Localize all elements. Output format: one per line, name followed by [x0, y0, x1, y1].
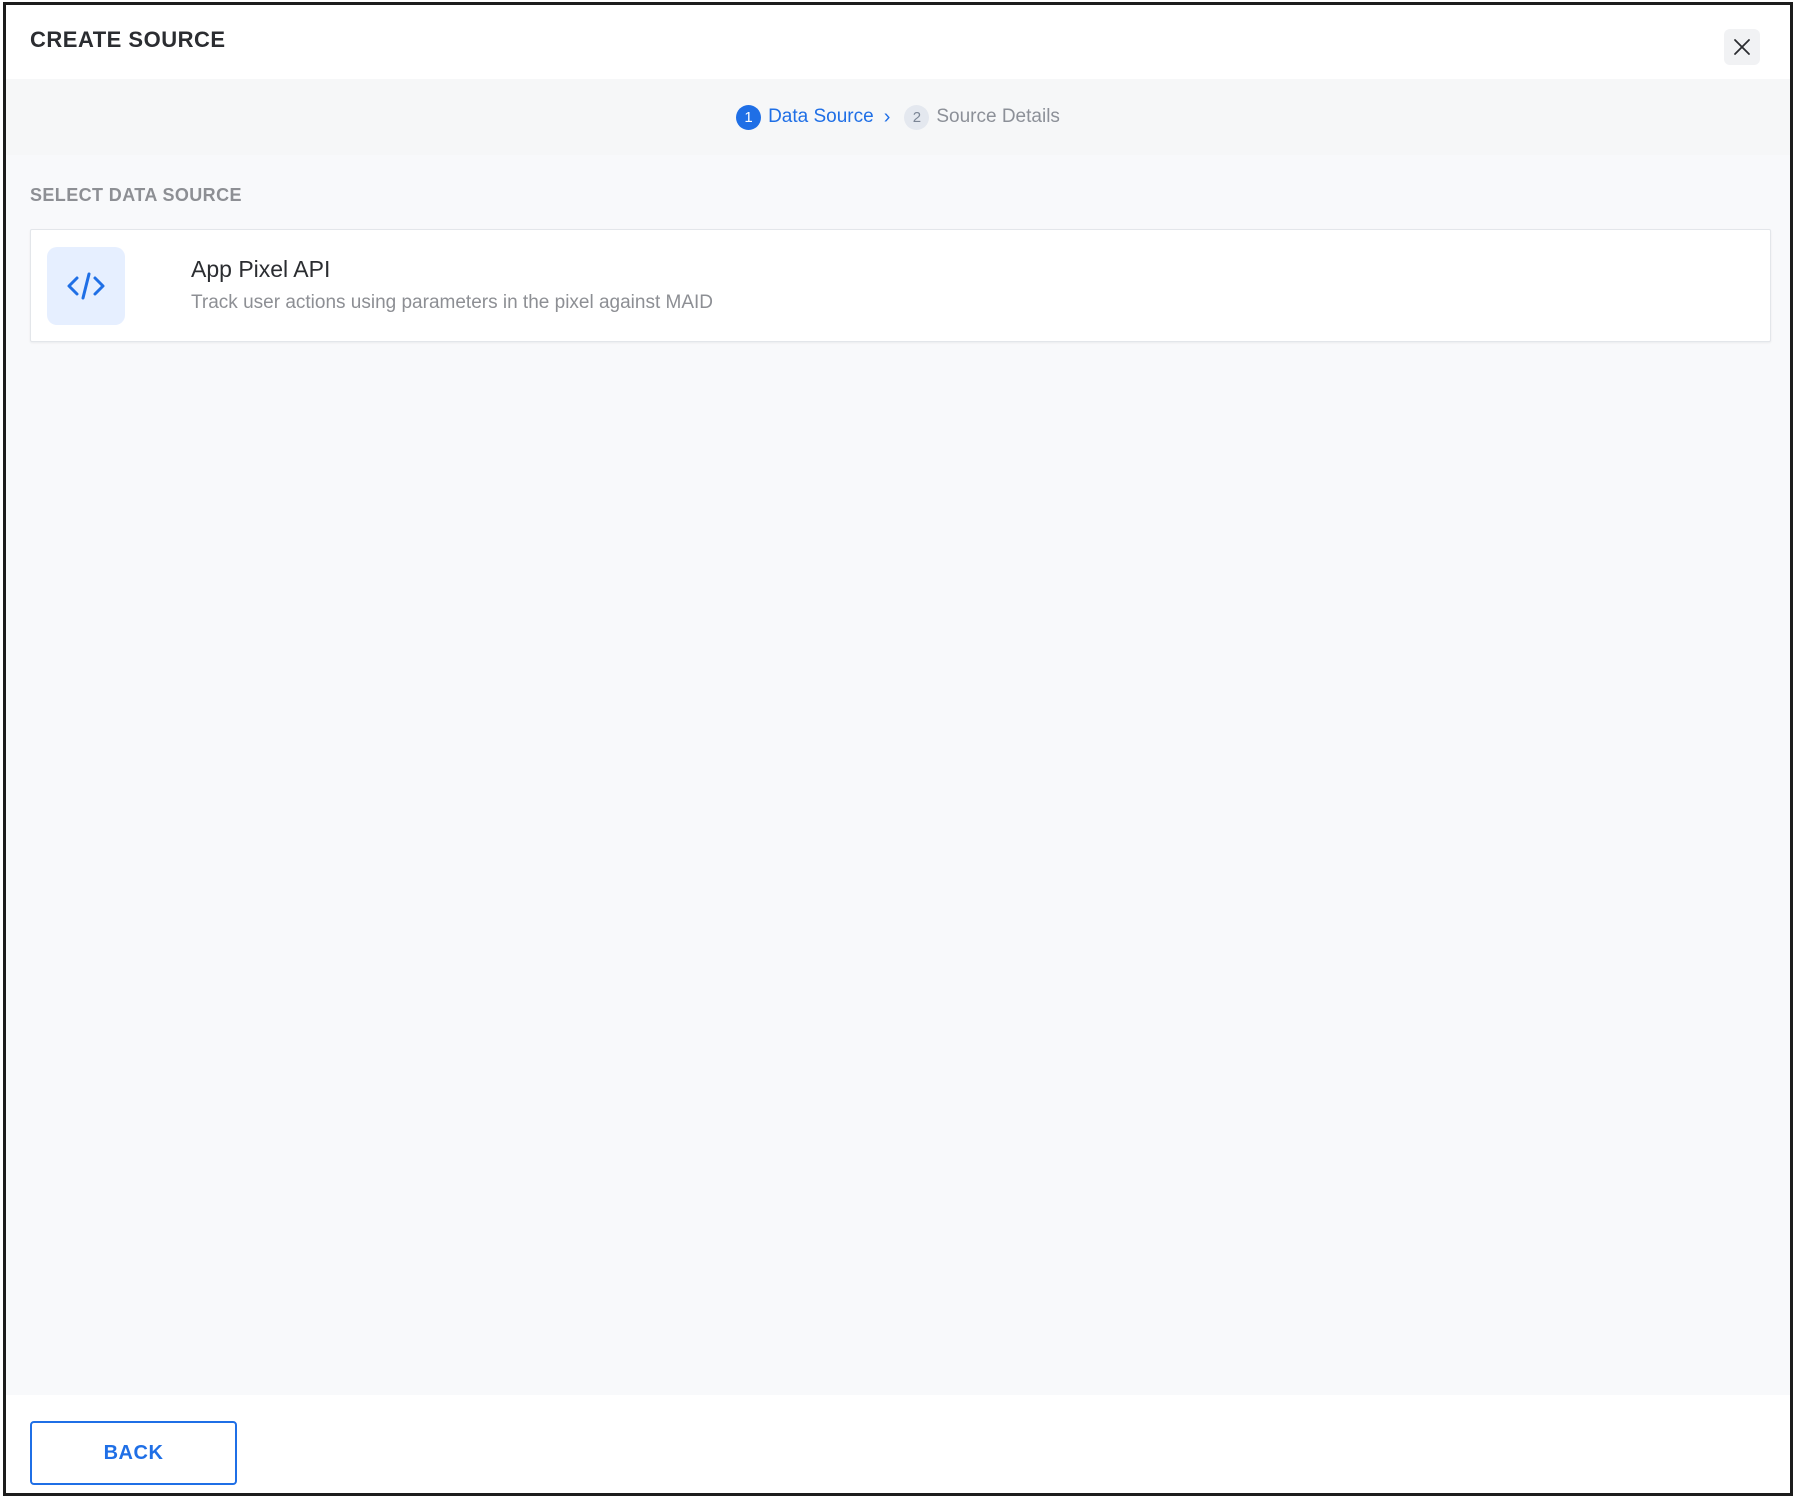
step-data-source: 1 Data Source — [736, 104, 874, 130]
source-card-app-pixel-api[interactable]: App Pixel API Track user actions using p… — [30, 229, 1771, 342]
step-source-details: 2 Source Details — [904, 104, 1060, 130]
code-icon — [67, 272, 105, 300]
source-title: App Pixel API — [191, 256, 331, 282]
dialog-header: CREATE SOURCE — [6, 5, 1790, 79]
close-icon — [1734, 39, 1750, 55]
dialog-footer: BACK — [6, 1395, 1790, 1493]
create-source-dialog: CREATE SOURCE 1 Data Source › 2 Source D… — [3, 2, 1793, 1496]
back-button[interactable]: BACK — [30, 1421, 237, 1485]
step-label: Source Details — [936, 106, 1060, 127]
content-area: SELECT DATA SOURCE App Pixel API Track u… — [6, 155, 1790, 1401]
source-icon-box — [47, 247, 125, 325]
step-number: 2 — [904, 104, 930, 130]
step-number: 1 — [736, 104, 762, 130]
close-button[interactable] — [1724, 29, 1760, 65]
dialog-title: CREATE SOURCE — [30, 27, 226, 52]
section-label: SELECT DATA SOURCE — [30, 185, 242, 205]
chevron-right-icon: › — [883, 105, 891, 128]
source-description: Track user actions using parameters in t… — [191, 292, 714, 313]
step-label: Data Source — [768, 106, 874, 127]
stepper: 1 Data Source › 2 Source Details — [6, 79, 1790, 155]
